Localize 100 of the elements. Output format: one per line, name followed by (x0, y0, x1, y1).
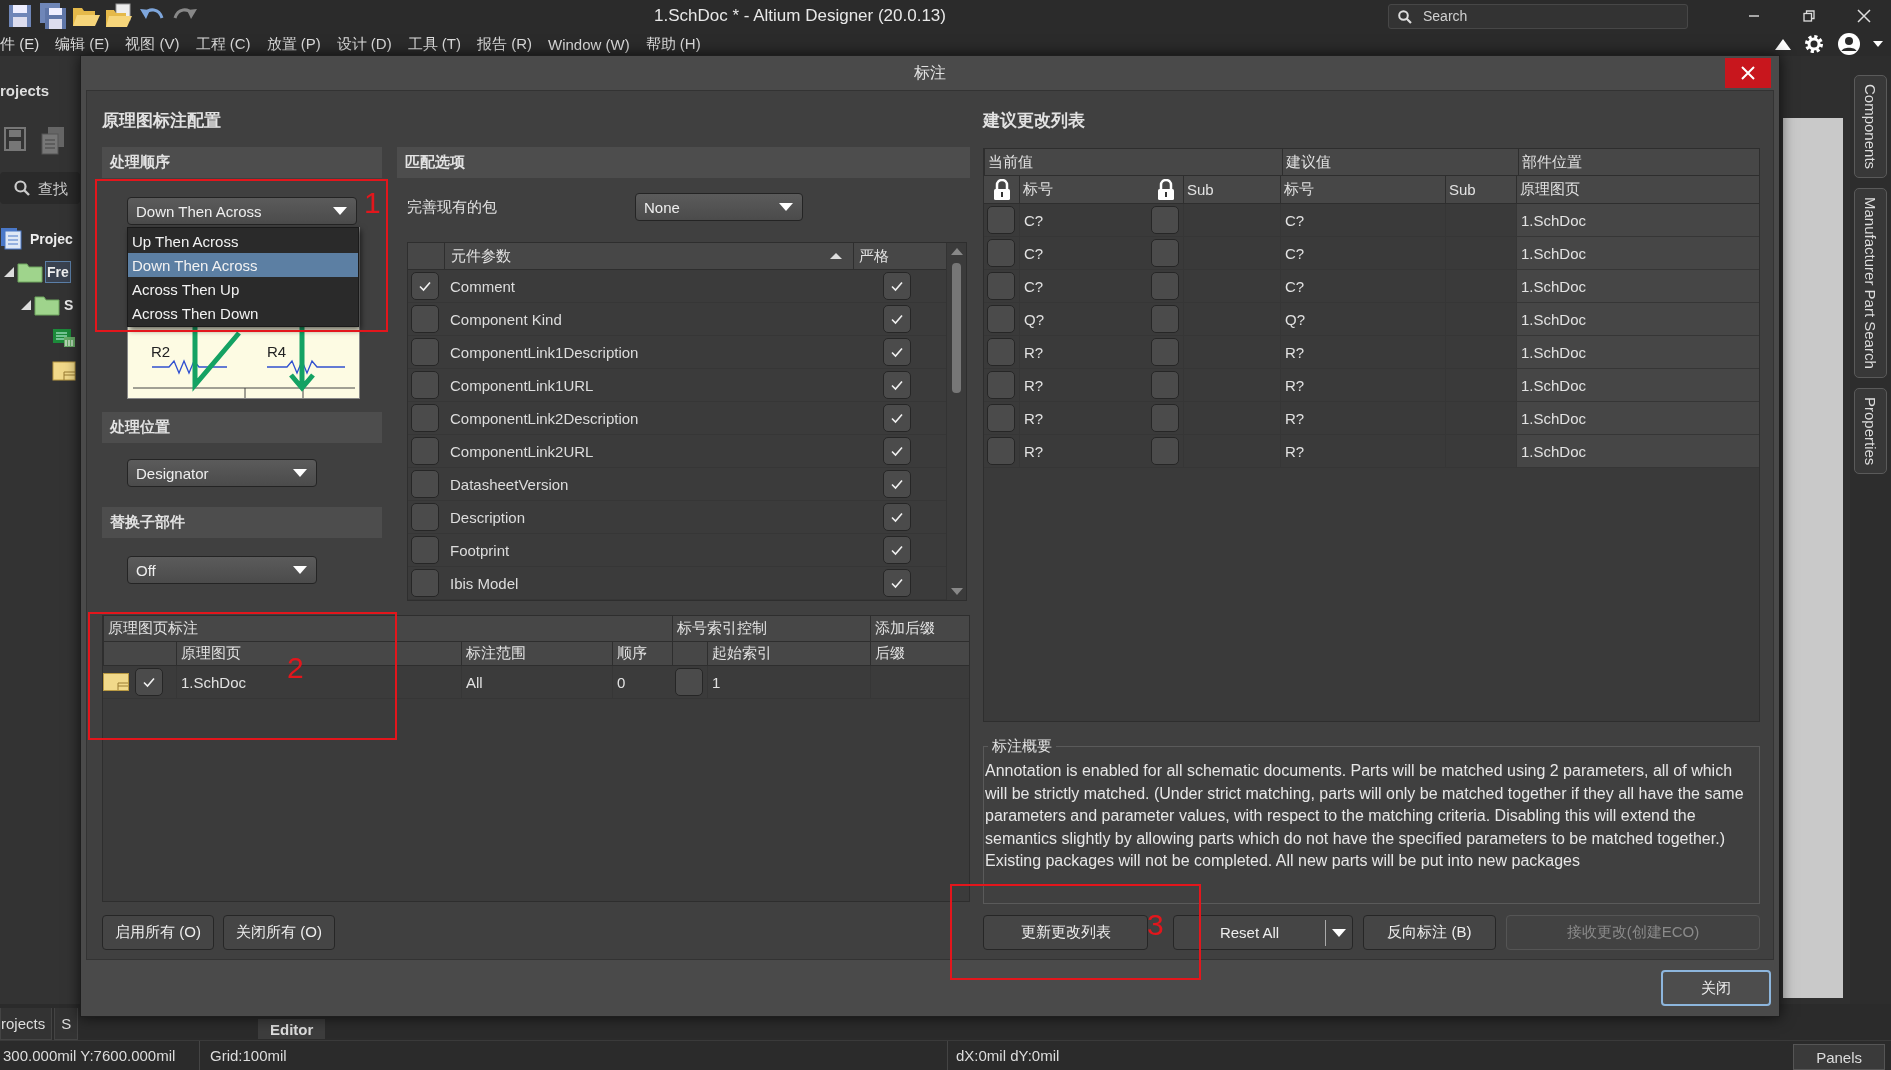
checkbox[interactable] (883, 404, 911, 432)
panel-tab[interactable]: S (54, 1008, 79, 1040)
dialog-title: 标注 (914, 62, 946, 83)
close-button[interactable] (1725, 58, 1771, 88)
checkbox[interactable] (1151, 338, 1179, 366)
checkbox[interactable] (135, 668, 163, 696)
lock-icon[interactable] (992, 178, 1011, 201)
sort-ascending-icon[interactable] (829, 252, 843, 260)
toggle-all-button[interactable]: 启用所有 (O) (102, 915, 214, 950)
checkbox[interactable] (1151, 371, 1179, 399)
checkbox[interactable] (1151, 404, 1179, 432)
user-icon[interactable] (1837, 32, 1861, 56)
circuit-board-icon (52, 328, 76, 348)
checkbox[interactable] (987, 437, 1015, 465)
checkbox[interactable] (411, 404, 439, 432)
checkbox[interactable] (1151, 437, 1179, 465)
menu-item[interactable]: 工程 (C) (195, 34, 251, 54)
section-header: 匹配选项 (397, 147, 970, 178)
lock-icon[interactable] (1156, 178, 1175, 201)
dropdown-option[interactable]: Across Then Up (128, 277, 358, 301)
menu-item[interactable]: 报告 (R) (477, 34, 532, 54)
panels-button[interactable]: Panels (1793, 1044, 1885, 1070)
open-file-icon[interactable] (104, 2, 134, 30)
package-dropdown[interactable]: None (635, 193, 803, 221)
menu-item[interactable]: 放置 (P) (266, 34, 321, 54)
up-arrow-icon[interactable] (1775, 38, 1791, 50)
location-dropdown[interactable]: Designator (127, 459, 317, 487)
panel-tab[interactable]: Manufacturer Part Search (1854, 188, 1887, 378)
save-all-icon[interactable] (38, 2, 68, 30)
table-cell: R? (1280, 336, 1445, 368)
editor-tab[interactable]: Editor (258, 1019, 326, 1039)
collapse-arrow-icon[interactable] (20, 299, 32, 311)
checkbox[interactable] (1151, 239, 1179, 267)
replace-dropdown[interactable]: Off (127, 556, 317, 584)
menu-item[interactable]: 设计 (D) (336, 34, 392, 54)
checkbox[interactable] (987, 206, 1015, 234)
menu-item[interactable]: 件 (E) (0, 34, 40, 54)
checkbox[interactable] (411, 272, 439, 300)
table-cell: 1 (707, 666, 870, 698)
panel-title: rojects (0, 80, 51, 101)
table-cell: R? (1280, 435, 1445, 467)
checkbox[interactable] (883, 338, 911, 366)
checkbox[interactable] (675, 668, 703, 696)
checkbox[interactable] (883, 305, 911, 333)
copy-icon[interactable] (40, 126, 66, 156)
checkbox[interactable] (1151, 206, 1179, 234)
checkbox[interactable] (883, 536, 911, 564)
scrollbar-thumb[interactable] (952, 263, 961, 393)
menu-item[interactable]: Window (W) (548, 35, 630, 53)
checkbox[interactable] (987, 272, 1015, 300)
checkbox[interactable] (411, 437, 439, 465)
checkbox[interactable] (411, 536, 439, 564)
checkbox[interactable] (883, 437, 911, 465)
checkbox[interactable] (1151, 305, 1179, 333)
checkbox[interactable] (883, 503, 911, 531)
toggle-all-button[interactable]: 关闭所有 (O) (223, 915, 335, 950)
action-button[interactable]: 反向标注 (B) (1363, 915, 1496, 950)
collapse-arrow-icon[interactable] (3, 266, 15, 278)
search-field[interactable]: 查找 (0, 172, 80, 204)
menu-item[interactable]: 工具 (T) (407, 34, 461, 54)
checkbox[interactable] (411, 470, 439, 498)
dropdown-option[interactable]: Across Then Down (128, 301, 358, 325)
checkbox[interactable] (883, 569, 911, 597)
tree-item[interactable]: Fre (45, 261, 71, 283)
checkbox[interactable] (883, 470, 911, 498)
caret-icon[interactable] (1873, 41, 1883, 47)
table-cell: C? (1280, 204, 1445, 236)
order-dropdown[interactable]: Down Then Across (127, 197, 357, 225)
group-title: 标注概要 (991, 737, 1053, 756)
panel-tab[interactable]: Properties (1854, 387, 1887, 475)
checkbox[interactable] (883, 371, 911, 399)
menu-item[interactable]: 视图 (V) (125, 34, 180, 54)
menu-item[interactable]: 编辑 (E) (55, 34, 110, 54)
action-button[interactable]: 更新更改列表 (983, 915, 1148, 950)
checkbox[interactable] (987, 338, 1015, 366)
reset-split-button[interactable]: Reset All (1173, 915, 1353, 950)
checkbox[interactable] (987, 371, 1015, 399)
panel-tab[interactable]: rojects (0, 1008, 53, 1040)
checkbox[interactable] (411, 503, 439, 531)
checkbox[interactable] (987, 305, 1015, 333)
close-button[interactable]: 关闭 (1661, 970, 1771, 1006)
checkbox[interactable] (883, 272, 911, 300)
menu-item[interactable]: 帮助 (H) (645, 34, 701, 54)
checkbox[interactable] (411, 371, 439, 399)
settings-icon[interactable] (1803, 33, 1825, 55)
tree-item[interactable]: Projec (28, 228, 75, 250)
checkbox[interactable] (411, 569, 439, 597)
dropdown-option[interactable]: Up Then Across (128, 229, 358, 253)
dropdown-option[interactable]: Down Then Across (128, 253, 358, 277)
checkbox[interactable] (411, 305, 439, 333)
checkbox[interactable] (987, 239, 1015, 267)
panel-tab[interactable]: Components (1854, 75, 1887, 179)
checkbox[interactable] (987, 404, 1015, 432)
scroll-up-icon[interactable] (950, 247, 963, 255)
search-field[interactable]: Search (1388, 3, 1688, 29)
checkbox[interactable] (411, 338, 439, 366)
tree-item[interactable]: S (62, 294, 76, 316)
scrollbar[interactable] (946, 243, 966, 600)
scroll-down-icon[interactable] (950, 588, 963, 596)
checkbox[interactable] (1151, 272, 1179, 300)
